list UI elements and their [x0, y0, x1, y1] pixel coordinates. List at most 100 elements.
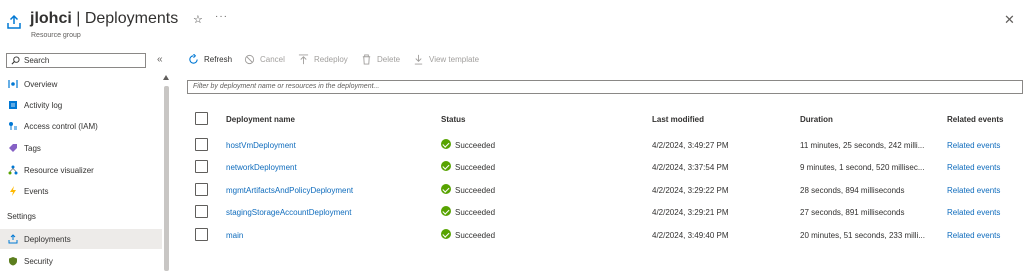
sidebar-item-overview[interactable]: Overview: [0, 74, 162, 94]
duration-text: 9 minutes, 1 second, 520 millisec...: [800, 163, 925, 172]
collapse-sidebar-icon[interactable]: «: [157, 54, 163, 65]
success-check-icon: [441, 161, 451, 171]
row-checkbox[interactable]: [195, 138, 208, 151]
status-text: Succeeded: [455, 163, 496, 172]
sidebar-item-security[interactable]: Security: [0, 251, 162, 271]
related-events-link[interactable]: Related events: [947, 141, 1024, 150]
last-modified-text: 4/2/2024, 3:49:40 PM: [652, 231, 729, 240]
delete-label: Delete: [377, 55, 401, 64]
deployments-icon: [7, 14, 21, 29]
status-text: Succeeded: [455, 186, 496, 195]
table-row: stagingStorageAccountDeployment Succeede…: [187, 201, 1024, 223]
deployment-name-link[interactable]: stagingStorageAccountDeployment: [226, 208, 426, 217]
refresh-icon: [189, 54, 198, 64]
download-icon: [414, 54, 423, 65]
table-header-row: Deployment name Status Last modified Dur…: [187, 108, 1024, 130]
access-control-icon: [9, 122, 17, 130]
deployment-name-link[interactable]: main: [226, 231, 426, 240]
column-header-name[interactable]: Deployment name: [226, 115, 426, 124]
overview-icon: [8, 80, 18, 88]
cancel-label: Cancel: [260, 55, 285, 64]
resource-name: jlohci: [30, 10, 72, 27]
deployment-name-link[interactable]: mgmtArtifactsAndPolicyDeployment: [226, 186, 426, 195]
sidebar-item-activity-log[interactable]: Activity log: [0, 95, 162, 115]
status-text: Succeeded: [455, 208, 496, 217]
last-modified-text: 4/2/2024, 3:29:22 PM: [652, 186, 729, 195]
redeploy-label: Redeploy: [314, 55, 348, 64]
status-text: Succeeded: [455, 231, 496, 240]
sidebar-item-deployments[interactable]: Deployments: [0, 229, 162, 249]
more-options-icon[interactable]: ···: [215, 11, 228, 22]
resource-visualizer-icon: [8, 165, 18, 175]
deployments-icon: [8, 234, 18, 244]
title-separator: |: [71, 10, 85, 27]
cancel-icon: [244, 54, 255, 65]
search-icon: [11, 56, 20, 65]
shield-icon: [9, 257, 17, 266]
row-checkbox[interactable]: [195, 160, 208, 173]
filter-input[interactable]: Filter by deployment name or resources i…: [187, 80, 1023, 94]
tag-icon: [9, 144, 17, 152]
sidebar-item-label: Tags: [24, 144, 41, 153]
sidebar-item-label: Resource visualizer: [24, 166, 94, 175]
table-row: hostVmDeployment Succeeded 4/2/2024, 3:4…: [187, 134, 1024, 156]
page-title: jlohci | Deployments: [30, 10, 178, 28]
related-events-link[interactable]: Related events: [947, 186, 1024, 195]
refresh-label: Refresh: [204, 55, 233, 64]
sidebar-item-label: Overview: [24, 80, 58, 89]
select-all-checkbox[interactable]: [195, 112, 208, 125]
sidebar-item-events[interactable]: Events: [0, 181, 162, 201]
events-icon: [10, 186, 16, 196]
view-template-label: View template: [429, 55, 480, 64]
row-checkbox[interactable]: [195, 228, 208, 241]
table-row: main Succeeded 4/2/2024, 3:49:40 PM 20 m…: [187, 224, 1024, 246]
table-row: mgmtArtifactsAndPolicyDeployment Succeed…: [187, 179, 1024, 201]
sidebar: Search « Overview Activity log Access co…: [0, 50, 172, 271]
favorite-star-icon[interactable]: ☆: [193, 13, 203, 26]
page-subtitle: Resource group: [31, 32, 81, 39]
scroll-up-arrow-icon[interactable]: [163, 75, 169, 80]
filter-placeholder: Filter by deployment name or resources i…: [193, 83, 380, 90]
last-modified-text: 4/2/2024, 3:49:27 PM: [652, 141, 729, 150]
success-check-icon: [441, 206, 451, 216]
related-events-link[interactable]: Related events: [947, 163, 1024, 172]
sidebar-item-resource-visualizer[interactable]: Resource visualizer: [0, 160, 162, 180]
row-checkbox[interactable]: [195, 205, 208, 218]
status-text: Succeeded: [455, 141, 496, 150]
column-header-related-events[interactable]: Related events: [947, 115, 1024, 124]
sidebar-item-tags[interactable]: Tags: [0, 138, 162, 158]
table-row: networkDeployment Succeeded 4/2/2024, 3:…: [187, 156, 1024, 178]
duration-text: 28 seconds, 894 milliseconds: [800, 186, 905, 195]
sidebar-item-label: Events: [24, 187, 49, 196]
column-header-status[interactable]: Status: [441, 115, 541, 124]
page-header: jlohci | Deployments Resource group ☆ ··…: [0, 0, 1024, 46]
last-modified-text: 4/2/2024, 3:29:21 PM: [652, 208, 729, 217]
search-placeholder: Search: [24, 56, 50, 65]
redeploy-icon: [298, 54, 309, 65]
success-check-icon: [441, 229, 451, 239]
related-events-link[interactable]: Related events: [947, 208, 1024, 217]
sidebar-item-label: Security: [24, 257, 53, 266]
sidebar-item-label: Activity log: [24, 101, 63, 110]
duration-text: 27 seconds, 891 milliseconds: [800, 208, 905, 217]
close-icon[interactable]: ✕: [1004, 12, 1015, 28]
deployment-name-link[interactable]: hostVmDeployment: [226, 141, 426, 150]
column-header-duration[interactable]: Duration: [800, 115, 940, 124]
success-check-icon: [441, 139, 451, 149]
page-name: Deployments: [84, 10, 179, 27]
column-header-last-modified[interactable]: Last modified: [652, 115, 782, 124]
success-check-icon: [441, 184, 451, 194]
sidebar-item-access-control[interactable]: Access control (IAM): [0, 116, 162, 136]
sidebar-item-label: Deployments: [24, 235, 71, 244]
duration-text: 20 minutes, 51 seconds, 233 milli...: [800, 231, 925, 240]
activity-log-icon: [9, 101, 17, 109]
sidebar-item-label: Access control (IAM): [24, 122, 98, 131]
sidebar-scrollbar[interactable]: [164, 86, 169, 271]
last-modified-text: 4/2/2024, 3:37:54 PM: [652, 163, 729, 172]
deployment-name-link[interactable]: networkDeployment: [226, 163, 426, 172]
related-events-link[interactable]: Related events: [947, 231, 1024, 240]
duration-text: 11 minutes, 25 seconds, 242 milli...: [800, 141, 925, 150]
sidebar-search-input[interactable]: Search: [6, 53, 146, 68]
trash-icon: [362, 54, 371, 65]
row-checkbox[interactable]: [195, 183, 208, 196]
